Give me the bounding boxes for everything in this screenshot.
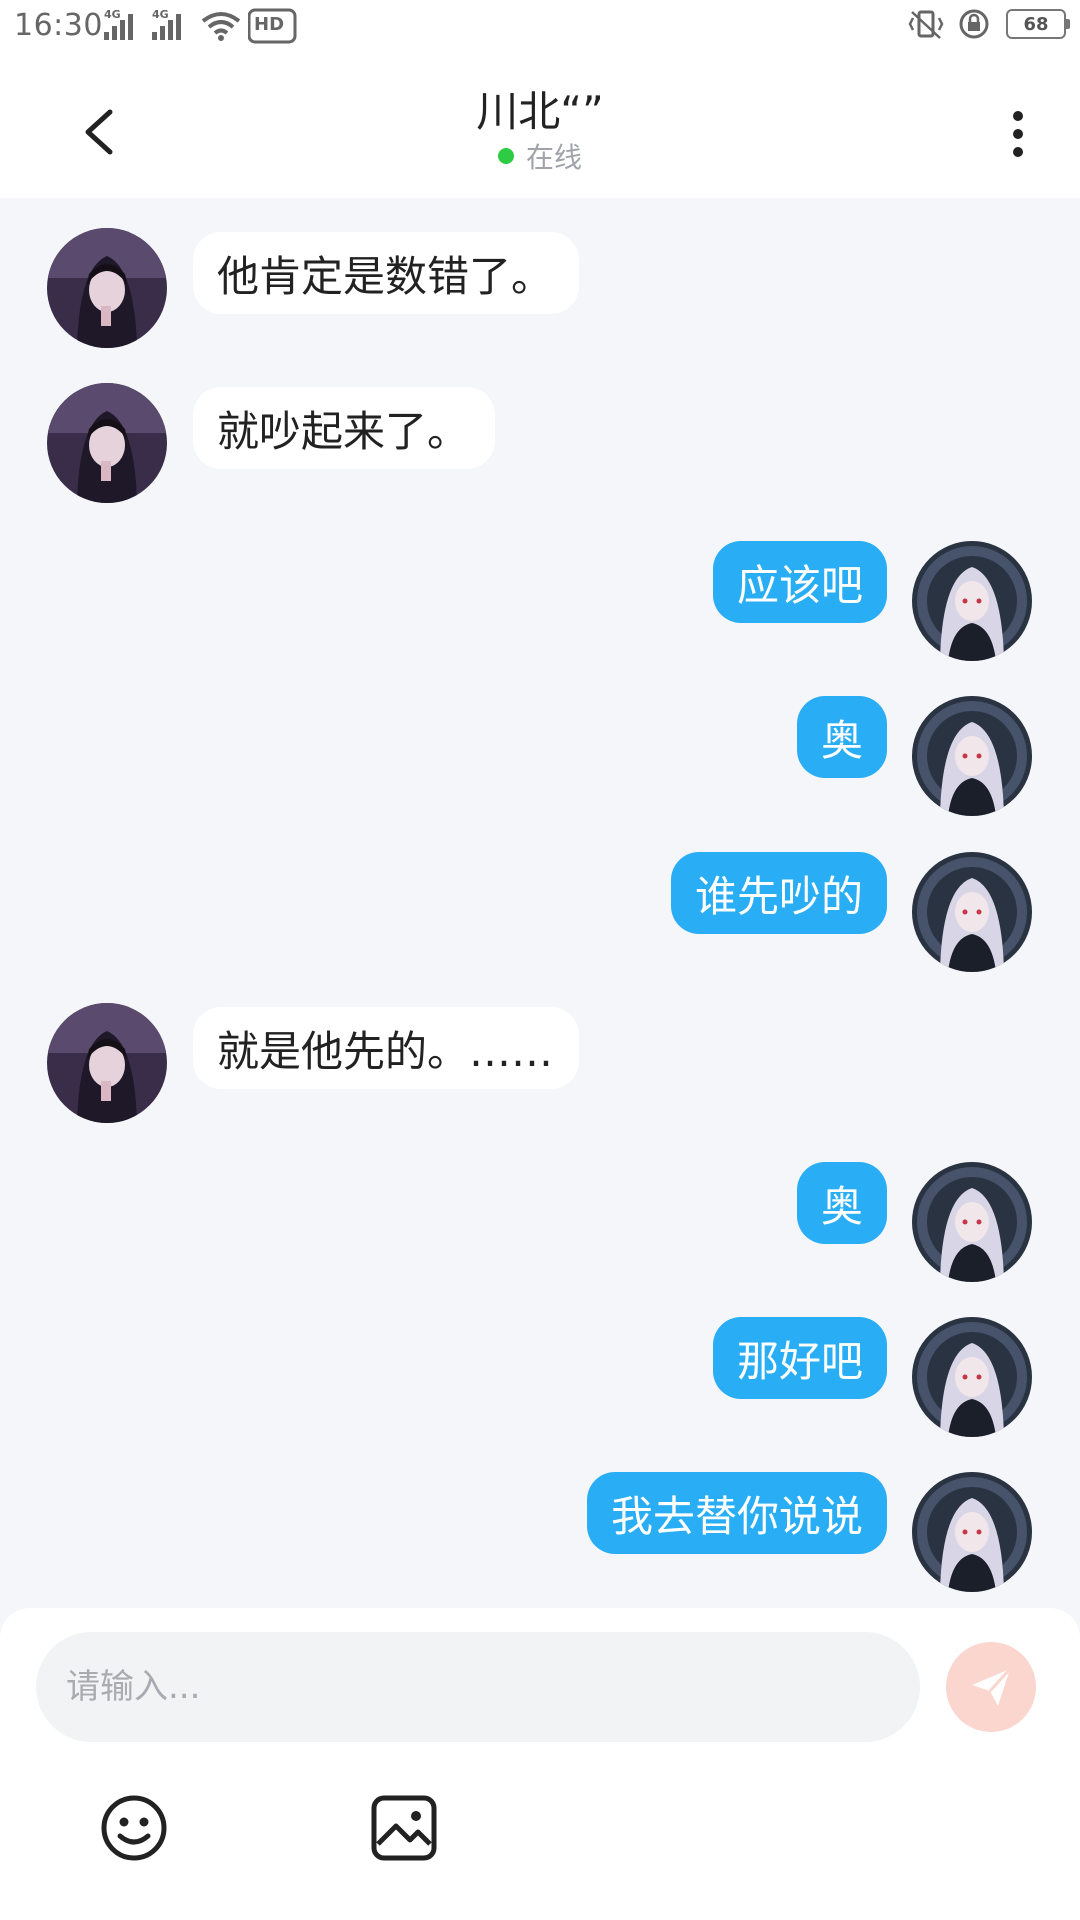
outgoing-message-bubble[interactable]: 那好吧 <box>712 1317 887 1399</box>
incoming-message-bubble[interactable]: 就是他先的。…… <box>193 1007 580 1089</box>
battery-level: 68 <box>1023 13 1049 35</box>
my-avatar[interactable] <box>912 1162 1032 1282</box>
emoji-icon[interactable] <box>94 1788 174 1868</box>
status-bar: 16:30 4G 4G HD 68 <box>0 0 1080 56</box>
network-type-label: 4G <box>104 8 121 21</box>
online-dot-icon <box>497 148 514 164</box>
status-time: 16:30 <box>14 8 103 43</box>
image-icon[interactable] <box>364 1788 444 1868</box>
hd-label: HD <box>254 14 285 35</box>
my-avatar[interactable] <box>912 1317 1032 1437</box>
compose-panel <box>0 1608 1080 1920</box>
my-avatar[interactable] <box>912 696 1032 816</box>
presence-status: 在线 <box>0 136 1080 176</box>
incoming-message-bubble[interactable]: 他肯定是数错了。 <box>193 232 580 314</box>
outgoing-message-bubble[interactable]: 我去替你说说 <box>586 1472 887 1554</box>
outgoing-message-bubble[interactable]: 应该吧 <box>712 541 887 623</box>
more-icon[interactable] <box>996 96 1040 166</box>
contact-avatar[interactable] <box>47 228 167 348</box>
battery-icon: 68 <box>1006 9 1070 39</box>
contact-avatar[interactable] <box>47 383 167 503</box>
chat-header: 川北“” 在线 <box>0 56 1080 198</box>
my-avatar[interactable] <box>912 541 1032 661</box>
vibrate-icon <box>908 10 944 39</box>
my-avatar[interactable] <box>912 852 1032 972</box>
send-button[interactable] <box>946 1642 1036 1732</box>
rotation-lock-icon <box>959 9 989 39</box>
message-list[interactable]: 他肯定是数错了。 就吵起来了。 应该吧 奥 谁先吵的 就是他先的。…… 奥 那好… <box>0 198 1080 1608</box>
status-icons-right: 68 <box>908 8 1070 40</box>
message-input[interactable] <box>36 1632 920 1742</box>
signal-icon: 4G <box>104 8 136 40</box>
wifi-icon <box>201 12 241 41</box>
contact-avatar[interactable] <box>47 1003 167 1123</box>
contact-name: 川北“” <box>476 87 604 136</box>
incoming-message-bubble[interactable]: 就吵起来了。 <box>193 387 496 469</box>
outgoing-message-bubble[interactable]: 奥 <box>796 696 887 778</box>
signal-icon: 4G <box>152 8 184 40</box>
hd-icon: HD <box>247 8 298 48</box>
presence-text: 在线 <box>525 141 582 174</box>
my-avatar[interactable] <box>912 1472 1032 1592</box>
outgoing-message-bubble[interactable]: 谁先吵的 <box>670 852 887 934</box>
outgoing-message-bubble[interactable]: 奥 <box>796 1162 887 1244</box>
send-icon <box>972 1667 1012 1706</box>
network-type-label: 4G <box>152 8 169 21</box>
